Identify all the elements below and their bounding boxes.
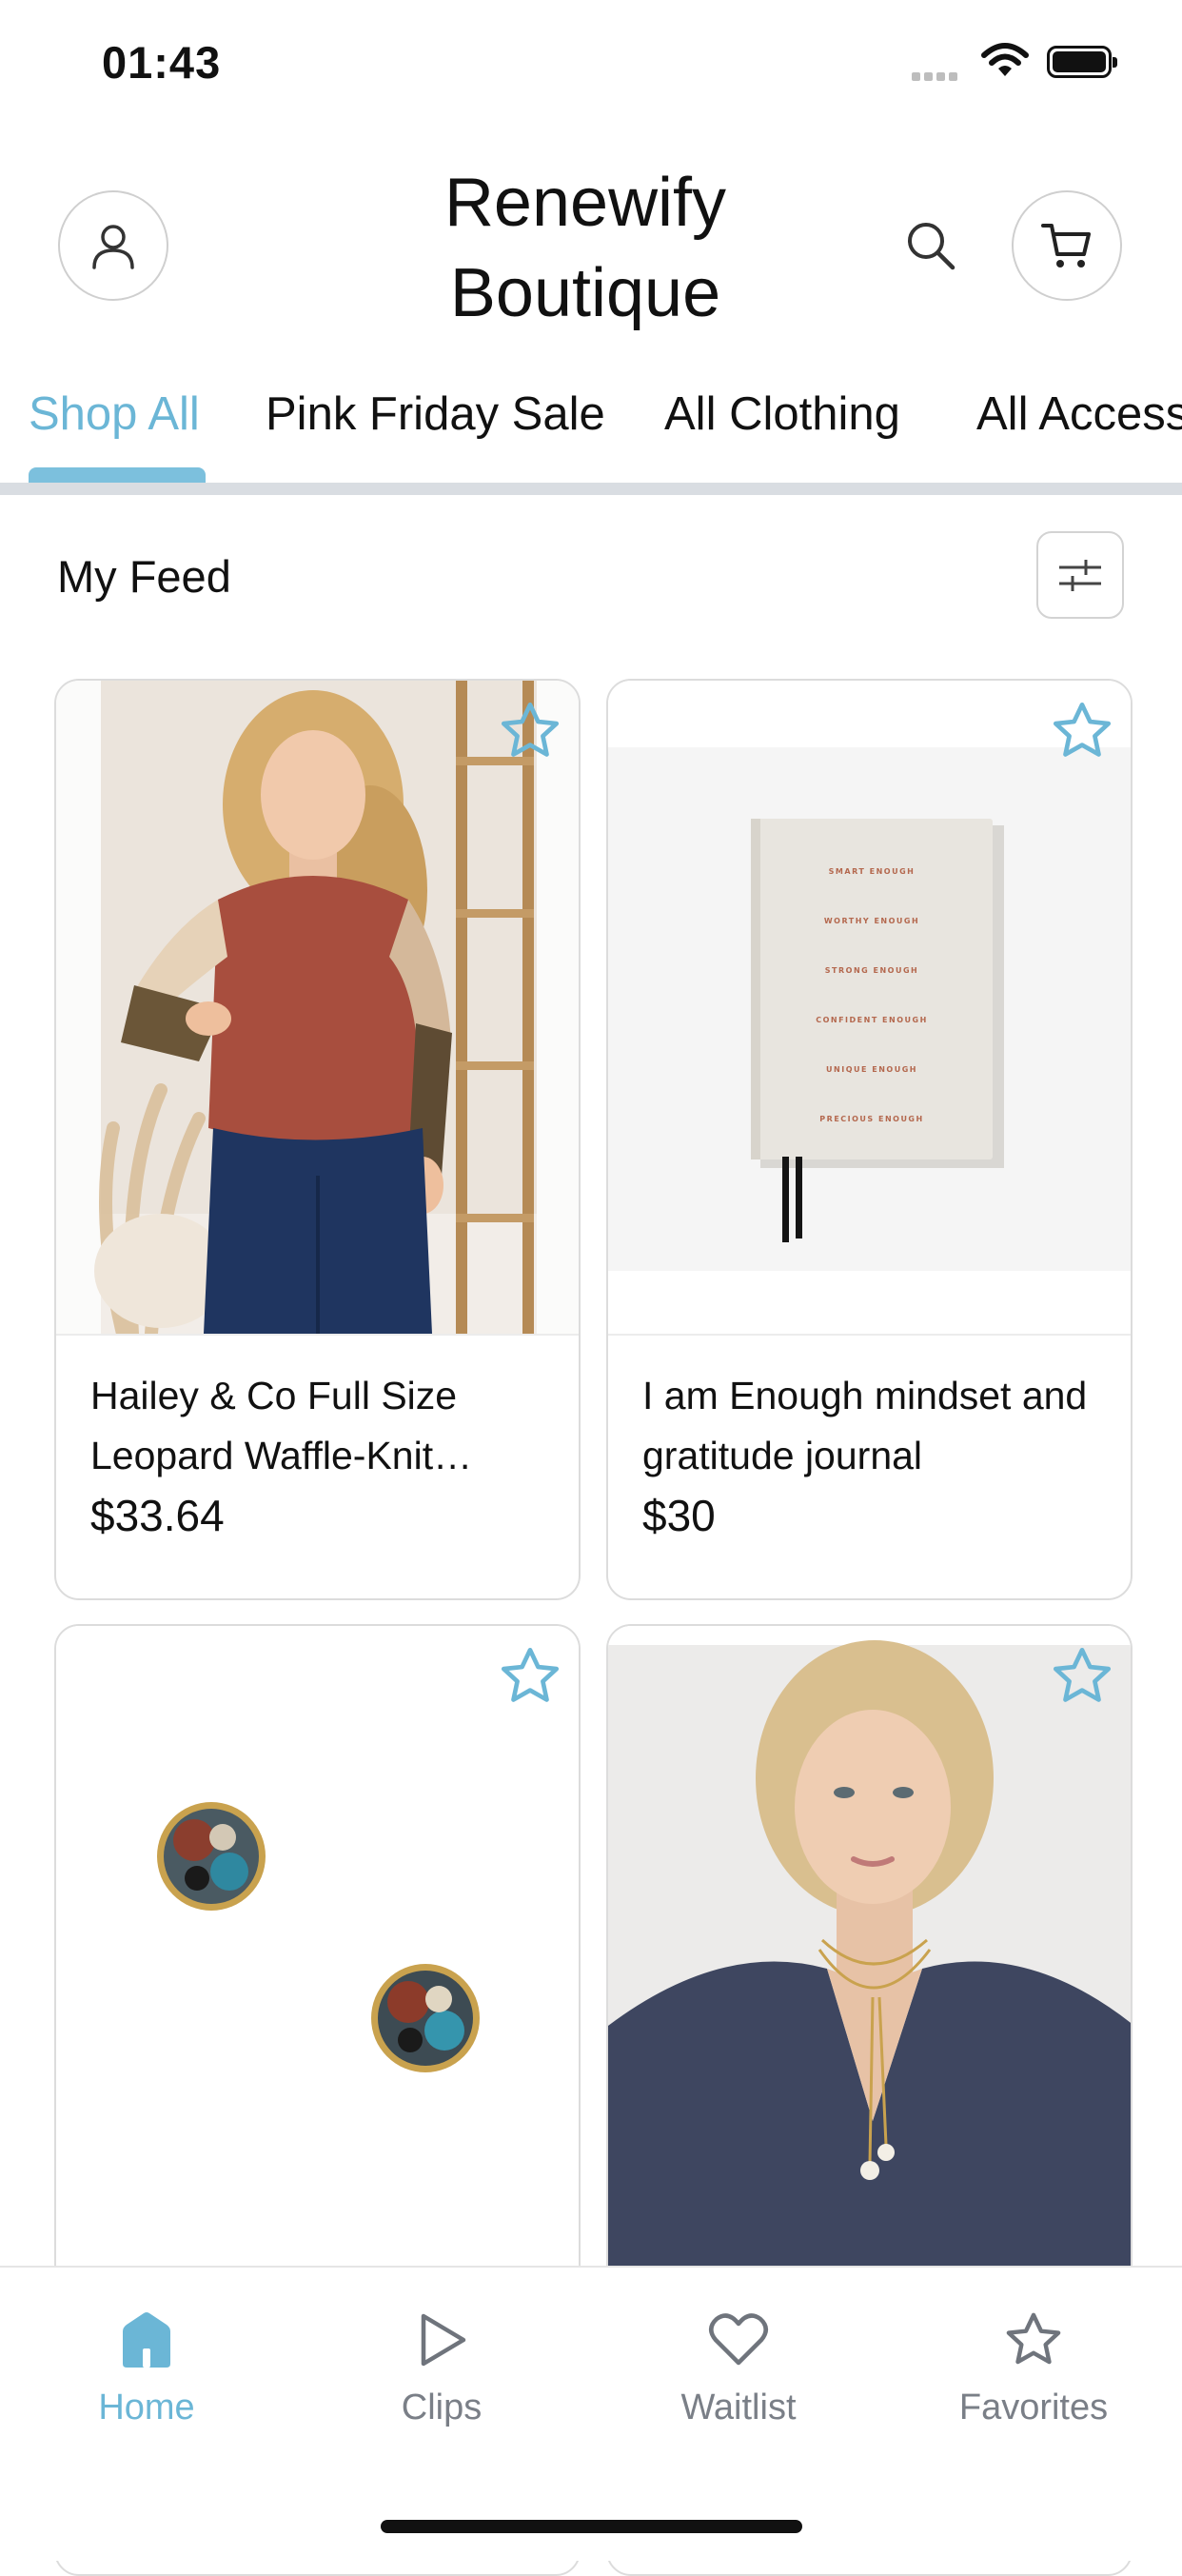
brand-line-2: Boutique xyxy=(449,255,721,331)
tabs-divider xyxy=(0,483,1182,495)
favorite-star-icon[interactable] xyxy=(497,1643,563,1710)
feed-title: My Feed xyxy=(57,551,231,602)
star-icon xyxy=(1006,2312,1061,2365)
product-price: $33.64 xyxy=(90,1491,225,1540)
cellular-signal-icon xyxy=(912,69,961,86)
nav-home-label: Home xyxy=(98,2388,195,2427)
product-card[interactable]: SMART ENOUGH WORTHY ENOUGH STRONG ENOUGH… xyxy=(606,679,1133,1600)
bottom-navigation: Home Clips Waitlist Favorites xyxy=(0,2266,1182,2561)
home-indicator xyxy=(381,2520,802,2533)
tab-pink-friday-sale[interactable]: Pink Friday Sale xyxy=(266,381,605,447)
product-name: I am Enough mindset and gratitude journa… xyxy=(642,1374,1088,1477)
heart-icon xyxy=(709,2313,768,2366)
journal-cover-text: SMART ENOUGH xyxy=(829,867,916,876)
journal-cover-text: UNIQUE ENOUGH xyxy=(826,1065,917,1074)
product-image xyxy=(56,681,579,1334)
tab-all-clothing[interactable]: All Clothing xyxy=(664,381,900,447)
nav-home[interactable]: Home xyxy=(32,2302,261,2428)
search-button[interactable] xyxy=(900,215,961,276)
brand-title: Renewify Boutique xyxy=(362,158,809,339)
sliders-icon xyxy=(1059,560,1101,591)
profile-button[interactable] xyxy=(58,190,168,301)
product-image: SMART ENOUGH WORTHY ENOUGH STRONG ENOUGH… xyxy=(608,681,1131,1334)
card-divider xyxy=(56,1334,579,1336)
brand-line-1: Renewify xyxy=(443,165,727,241)
status-bar: 01:43 xyxy=(0,0,1182,133)
favorite-star-icon[interactable] xyxy=(1049,1643,1115,1710)
tab-shop-all[interactable]: Shop All xyxy=(29,381,200,447)
favorite-star-icon[interactable] xyxy=(497,698,563,764)
journal-cover-text: PRECIOUS ENOUGH xyxy=(819,1115,923,1123)
product-price: $30 xyxy=(642,1491,716,1540)
product-card[interactable]: Hailey & Co Full Size Leopard Waffle-Kni… xyxy=(54,679,581,1600)
search-icon xyxy=(908,223,955,270)
journal-cover-text: WORTHY ENOUGH xyxy=(824,917,919,925)
status-time: 01:43 xyxy=(102,37,222,88)
play-icon xyxy=(421,2313,466,2367)
profile-icon xyxy=(92,225,134,269)
journal-cover-text: STRONG ENOUGH xyxy=(825,966,918,975)
wifi-icon xyxy=(981,43,1029,76)
nav-favorites-label: Favorites xyxy=(958,2388,1109,2427)
card-divider xyxy=(608,1334,1131,1336)
battery-icon xyxy=(1047,46,1117,78)
nav-favorites[interactable]: Favorites xyxy=(919,2302,1148,2428)
nav-clips-label: Clips xyxy=(401,2388,483,2427)
nav-clips[interactable]: Clips xyxy=(327,2302,556,2428)
nav-waitlist[interactable]: Waitlist xyxy=(624,2302,853,2428)
cart-button[interactable] xyxy=(1012,190,1122,301)
tab-all-accessories[interactable]: All Accessories xyxy=(976,381,1182,447)
journal-cover-text: CONFIDENT ENOUGH xyxy=(816,1016,928,1024)
filter-button[interactable] xyxy=(1036,531,1124,619)
home-icon xyxy=(123,2312,170,2368)
cart-icon xyxy=(1041,224,1091,268)
nav-waitlist-label: Waitlist xyxy=(680,2388,797,2427)
favorite-star-icon[interactable] xyxy=(1049,698,1115,764)
active-tab-indicator xyxy=(29,467,206,483)
product-name: Hailey & Co Full Size Leopard Waffle-Kni… xyxy=(90,1374,473,1477)
